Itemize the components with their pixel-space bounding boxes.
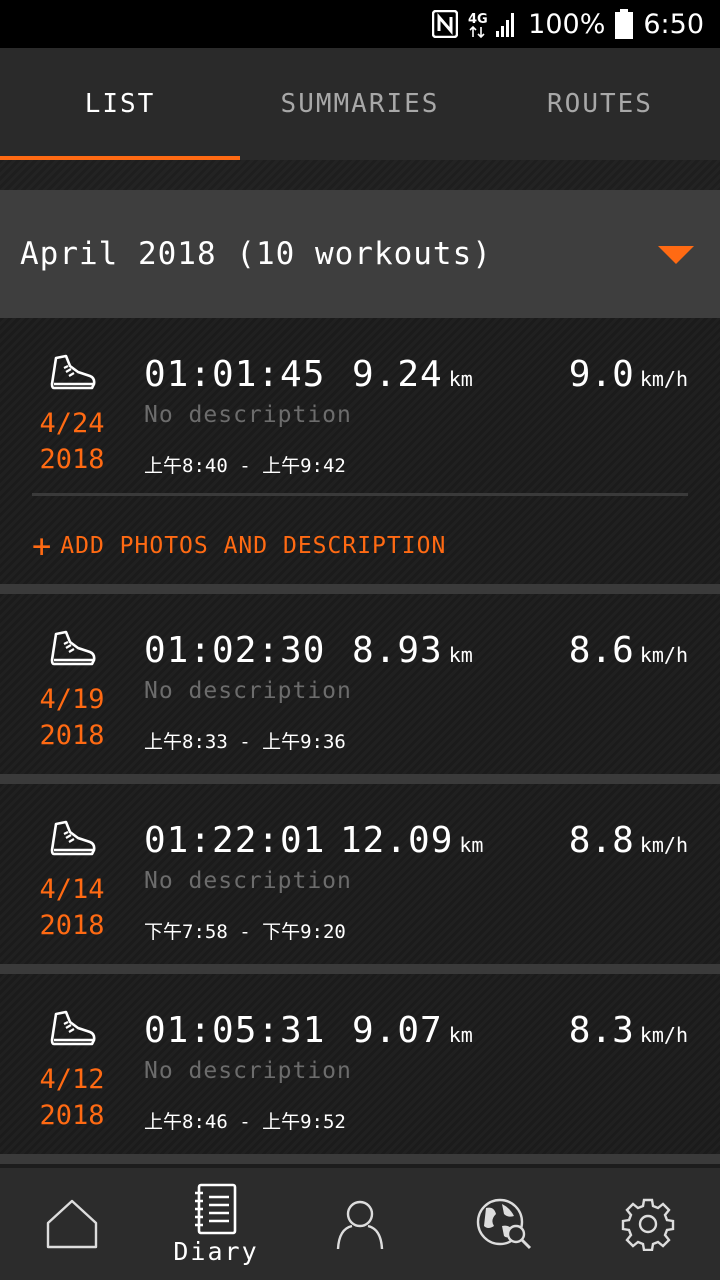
distance-value: 12.09 [340,820,454,861]
workout-speed: 9.0 km/h [569,354,688,395]
date-year: 2018 [39,444,105,475]
diary-icon [195,1183,237,1234]
workout-description: No description [144,402,352,428]
home-icon [46,1199,98,1249]
workout-time-range: 上午8:46 - 上午9:52 [144,1111,346,1133]
card-divider [32,493,688,496]
running-shoe-icon [50,354,96,390]
workout-date: 4/14 2018 [20,872,124,944]
workout-speed: 8.6 km/h [569,630,688,671]
distance-value: 9.24 [352,354,443,395]
nav-diary-label: Diary [173,1236,259,1266]
workout-time-range: 下午7:58 - 下午9:20 [144,921,346,943]
workout-duration: 01:05:31 [144,1010,326,1051]
date-month-day: 4/24 [39,408,105,439]
workout-list: 4/24 2018 01:01:45 9.24 km 9.0 km/h No des… [0,318,720,1164]
workout-speed: 8.8 km/h [569,820,688,861]
date-month-day: 4/19 [39,684,105,715]
network-4g-icon: 4G [468,9,518,39]
status-bar: 4G 100% 6:50 [0,0,720,48]
speed-value: 8.8 [568,820,634,861]
tab-summaries[interactable]: SUMMARIES [240,48,480,160]
bottom-navigation: Diary [0,1168,720,1280]
speed-unit: km/h [639,833,688,857]
date-year: 2018 [39,910,105,941]
workout-card[interactable]: 4/12 2018 01:05:31 9.07 km 8.3 km/h No des… [0,974,720,1164]
workout-date: 4/19 2018 [20,682,124,754]
workout-card[interactable]: 4/24 2018 01:01:45 9.24 km 9.0 km/h No des… [0,318,720,594]
month-label: April 2018 (10 workouts) [20,236,492,272]
distance-unit: km [448,1023,473,1047]
tab-list[interactable]: LIST [0,48,240,160]
add-photos-button[interactable]: + ADD PHOTOS AND DESCRIPTION [32,530,446,562]
running-shoe-icon [50,820,96,856]
workout-distance: 9.24 km [352,354,473,395]
settings-gear-icon [621,1198,675,1251]
profile-icon [336,1200,384,1250]
date-year: 2018 [39,1100,105,1131]
workout-distance: 12.09 km [340,820,483,861]
workout-date: 4/12 2018 [20,1062,124,1134]
workout-duration: 01:22:01 [144,820,326,861]
workout-card[interactable]: 4/19 2018 01:02:30 8.93 km 8.6 km/h No des… [0,594,720,784]
running-shoe-icon [50,630,96,666]
distance-value: 9.07 [352,1010,443,1051]
workout-distance: 9.07 km [352,1010,473,1051]
nav-profile[interactable] [288,1168,432,1280]
speed-value: 8.3 [568,1010,634,1051]
workout-date: 4/24 2018 [20,406,124,478]
date-month-day: 4/12 [39,1064,105,1095]
nfc-icon [432,10,459,38]
distance-unit: km [459,833,484,857]
battery-icon [615,9,634,39]
workout-time-range: 上午8:33 - 上午9:36 [144,731,346,753]
svg-text:4G: 4G [468,12,488,27]
tab-routes[interactable]: ROUTES [480,48,720,160]
nav-explore[interactable] [432,1168,576,1280]
battery-percent: 100% [528,8,606,40]
workout-description: No description [144,678,352,704]
distance-unit: km [448,643,473,667]
speed-unit: km/h [639,643,688,667]
explore-globe-icon [476,1198,532,1250]
date-month-day: 4/14 [39,874,105,905]
month-selector[interactable]: April 2018 (10 workouts) [0,190,720,318]
plus-icon: + [32,527,53,565]
speed-value: 8.6 [568,630,634,671]
tab-bar: LIST SUMMARIES ROUTES [0,48,720,160]
speed-unit: km/h [639,1023,688,1047]
date-year: 2018 [39,720,105,751]
nav-settings[interactable] [576,1168,720,1280]
nav-diary[interactable]: Diary [144,1168,288,1280]
clock: 6:50 [643,8,704,40]
running-shoe-icon [50,1010,96,1046]
workout-duration: 01:02:30 [144,630,326,671]
workout-time-range: 上午8:40 - 上午9:42 [144,455,346,477]
workout-distance: 8.93 km [352,630,473,671]
add-photos-label: ADD PHOTOS AND DESCRIPTION [60,533,447,559]
dropdown-caret-icon[interactable] [658,246,694,264]
workout-card[interactable]: 4/14 2018 01:22:01 12.09 km 8.8 km/h No de… [0,784,720,974]
nav-home[interactable] [0,1168,144,1280]
workout-description: No description [144,868,352,894]
speed-unit: km/h [639,367,688,391]
speed-value: 9.0 [568,354,634,395]
workout-description: No description [144,1058,352,1084]
distance-unit: km [448,367,473,391]
workout-duration: 01:01:45 [144,354,326,395]
workout-speed: 8.3 km/h [569,1010,688,1051]
distance-value: 8.93 [352,630,443,671]
divider-strip [0,160,720,190]
